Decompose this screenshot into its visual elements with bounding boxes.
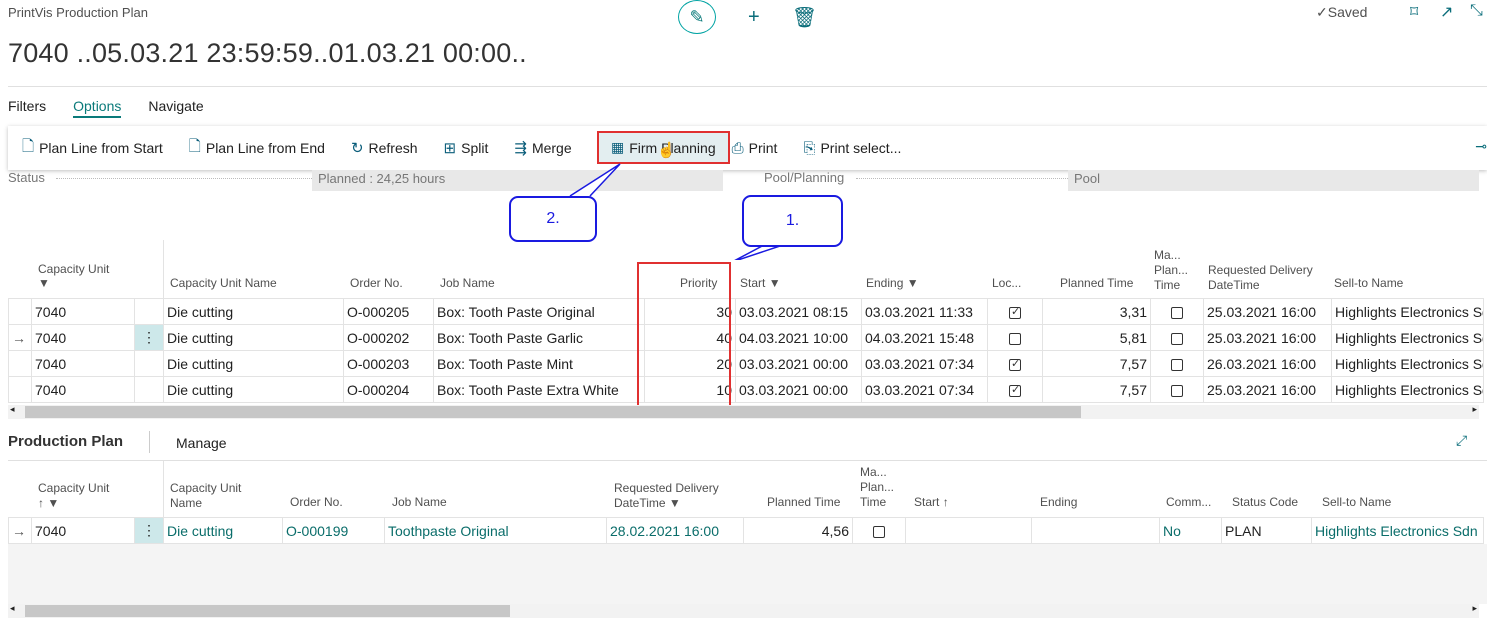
- table-row[interactable]: → 7040 ⋮ Die cutting O-000202 Box: Tooth Past…: [8, 324, 1484, 351]
- row-arrow-icon: →: [8, 517, 32, 544]
- scroll-left-icon[interactable]: ◂: [10, 404, 15, 415]
- manual-plan-checkbox[interactable]: [1171, 306, 1183, 319]
- col-start[interactable]: Start ▼: [740, 276, 781, 290]
- col-ending[interactable]: Ending: [1040, 495, 1077, 509]
- filter-icon: ▼: [768, 276, 781, 290]
- col-ending[interactable]: Ending ▼: [866, 276, 919, 290]
- subpage-title: Production Plan: [8, 433, 124, 450]
- scroll-right-icon[interactable]: ▸: [1472, 404, 1477, 415]
- col-job-name[interactable]: Job Name: [392, 495, 447, 509]
- filter-icon: ▼: [906, 276, 919, 290]
- manual-plan-checkbox[interactable]: [1171, 384, 1183, 397]
- col-sell-to-name[interactable]: Sell-to Name: [1334, 276, 1403, 290]
- horizontal-scrollbar[interactable]: ◂ ▸: [8, 603, 1479, 618]
- locked-checkbox[interactable]: [1009, 383, 1021, 397]
- col-planned-time[interactable]: Planned Time: [767, 495, 840, 509]
- col-order-no[interactable]: Order No.: [290, 495, 343, 509]
- row-menu-icon[interactable]: ⋮: [134, 324, 164, 351]
- production-plan-table: → 7040 ⋮ Die cutting O-000199 Toothpaste…: [8, 517, 1484, 544]
- col-manual-plan-time[interactable]: Ma... Plan... Time: [860, 465, 894, 510]
- col-locked[interactable]: Loc...: [992, 276, 1021, 290]
- callout-1: 1.: [742, 195, 843, 247]
- table-row[interactable]: 7040 Die cutting O-000204 Box: Tooth Paste …: [8, 376, 1484, 403]
- row-arrow-icon[interactable]: [8, 298, 32, 325]
- col-planned-time[interactable]: Planned Time: [1060, 276, 1133, 290]
- col-comment[interactable]: Comm...: [1166, 495, 1211, 509]
- row-menu-icon[interactable]: [134, 298, 164, 325]
- row-arrow-icon[interactable]: →: [8, 324, 32, 351]
- row-arrow-icon[interactable]: [8, 350, 32, 377]
- col-requested-delivery[interactable]: Requested Delivery DateTime ▼: [614, 481, 719, 511]
- sort-ascending-icon: ↑: [942, 495, 949, 509]
- locked-checkbox[interactable]: [1009, 332, 1021, 345]
- scroll-left-icon[interactable]: ◂: [10, 603, 15, 614]
- filter-icon: ▼: [47, 496, 60, 510]
- col-requested-delivery[interactable]: Requested Delivery DateTime: [1208, 263, 1313, 293]
- lines-table: 7040 Die cutting O-000205 Box: Tooth Paste …: [8, 298, 1484, 403]
- filter-icon: ▼: [668, 496, 681, 510]
- col-manual-plan-time[interactable]: Ma... Plan... Time: [1154, 248, 1188, 293]
- col-order-no[interactable]: Order No.: [350, 276, 403, 290]
- row-menu-icon[interactable]: [134, 376, 164, 403]
- scroll-right-icon[interactable]: ▸: [1472, 603, 1477, 614]
- horizontal-scrollbar[interactable]: ◂ ▸: [8, 404, 1479, 419]
- col-capacity-unit-name[interactable]: Capacity Unit Name: [170, 481, 241, 511]
- filter-icon: ▼: [38, 276, 50, 290]
- row-menu-icon[interactable]: [134, 350, 164, 377]
- callout-2: 2.: [509, 196, 597, 242]
- col-capacity-unit[interactable]: Capacity Unit ↑ ▼: [38, 481, 109, 511]
- table-row[interactable]: 7040 Die cutting O-000205 Box: Tooth Paste …: [8, 298, 1484, 325]
- expand-icon[interactable]: ⤢: [1456, 432, 1467, 449]
- manual-plan-checkbox[interactable]: [1171, 358, 1183, 371]
- table-row[interactable]: → 7040 ⋮ Die cutting O-000199 Toothpaste…: [8, 517, 1484, 544]
- col-capacity-unit[interactable]: Capacity Unit ▼: [38, 262, 109, 290]
- sort-ascending-icon: ↑: [38, 496, 44, 510]
- col-sell-to-name[interactable]: Sell-to Name: [1322, 495, 1391, 509]
- col-start[interactable]: Start ↑: [914, 495, 949, 509]
- manual-plan-checkbox[interactable]: [873, 525, 885, 538]
- col-status-code[interactable]: Status Code: [1232, 495, 1298, 509]
- row-menu-icon[interactable]: ⋮: [134, 517, 164, 544]
- locked-checkbox[interactable]: [1009, 357, 1021, 371]
- locked-checkbox[interactable]: [1009, 305, 1021, 319]
- col-job-name[interactable]: Job Name: [440, 276, 495, 290]
- row-arrow-icon[interactable]: [8, 376, 32, 403]
- priority-highlight: [637, 262, 731, 407]
- col-capacity-unit-name[interactable]: Capacity Unit Name: [170, 276, 277, 290]
- table-row[interactable]: 7040 Die cutting O-000203 Box: Tooth Paste …: [8, 350, 1484, 377]
- manual-plan-checkbox[interactable]: [1171, 332, 1183, 345]
- tab-manage[interactable]: Manage: [176, 435, 227, 451]
